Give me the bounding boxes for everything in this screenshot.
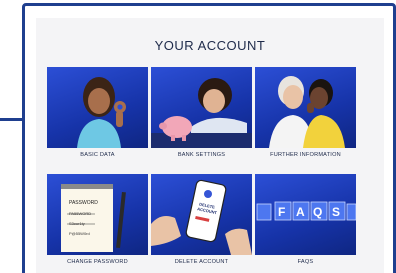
tile-basic-data[interactable]: BASIC DATA [47, 67, 148, 158]
tile-further-information[interactable]: FURTHER INFORMATION [255, 67, 356, 158]
tile-label: CHANGE PASSWORD [67, 259, 128, 265]
phone-delete-account-photo: DELETE ACCOUNT [151, 174, 252, 255]
tile-label: FAQS [297, 259, 314, 265]
tile-bank-settings[interactable]: BANK SETTINGS [151, 67, 252, 158]
tile-delete-account[interactable]: DELETE ACCOUNT DELETE ACCOUNT [151, 174, 252, 265]
tile-label: BANK SETTINGS [177, 152, 226, 158]
svg-text:P@55W0rd: P@55W0rd [69, 231, 90, 236]
page-title: YOUR ACCOUNT [154, 38, 266, 53]
tile-faqs[interactable]: F A Q S FAQS [255, 174, 356, 265]
tile-label: FURTHER INFORMATION [270, 152, 341, 158]
tile-label: DELETE ACCOUNT [174, 259, 229, 265]
women-whispering-photo [255, 67, 356, 148]
tile-label: BASIC DATA [80, 152, 115, 158]
woman-ok-gesture-photo [47, 67, 148, 148]
svg-text:PA55WORD: PA55WORD [69, 211, 91, 216]
piggy-bank-photo [151, 67, 252, 148]
faqs-cubes-photo: F A Q S [255, 174, 356, 255]
tile-change-password[interactable]: PASSWORD PA55WORD S3cur1ty P@55W0rd CHAN… [47, 174, 148, 265]
password-notepad-photo: PASSWORD PA55WORD S3cur1ty P@55W0rd [47, 174, 148, 255]
svg-text:S3cur1ty: S3cur1ty [69, 221, 85, 226]
svg-text:F: F [278, 205, 285, 219]
svg-text:S: S [332, 205, 340, 219]
svg-text:PASSWORD: PASSWORD [69, 200, 98, 206]
svg-text:A: A [296, 205, 305, 219]
svg-text:Q: Q [313, 205, 322, 219]
connector-line [0, 118, 24, 121]
